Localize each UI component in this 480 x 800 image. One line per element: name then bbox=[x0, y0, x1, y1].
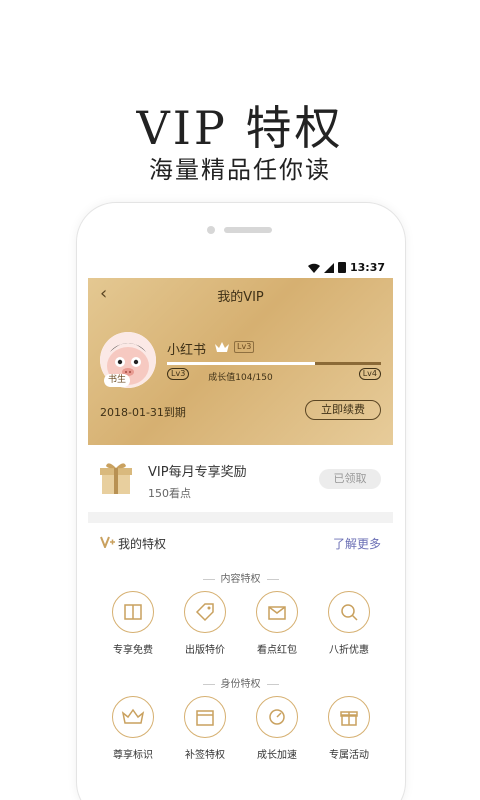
expire-date: 2018-01-31到期 bbox=[100, 406, 186, 419]
renew-button[interactable]: 立即续费 bbox=[305, 400, 381, 420]
perk-label: 补签特权 bbox=[185, 750, 225, 761]
perk-red-packet[interactable]: 看点红包 bbox=[242, 591, 312, 656]
perk-label: 专属活动 bbox=[329, 750, 369, 761]
growth-progress-bar bbox=[167, 362, 381, 365]
perk-label: 专享免费 bbox=[113, 645, 153, 656]
wifi-icon bbox=[307, 263, 320, 273]
vip-logo-icon bbox=[100, 536, 115, 548]
phone-speaker bbox=[224, 227, 272, 233]
vip-crown-icon bbox=[121, 708, 145, 724]
vip-header: ‹ 我的VIP 书生 小红书 Lv3 Lv3 成长值104/150 Lv4 20… bbox=[88, 278, 393, 445]
perk-growth-boost[interactable]: 成长加速 bbox=[242, 696, 312, 761]
monthly-reward-card: VIP每月专享奖励 150看点 已领取 bbox=[88, 445, 393, 512]
perk-twenty-off[interactable]: 八折优惠 bbox=[314, 591, 384, 656]
calendar-icon bbox=[196, 710, 214, 726]
growth-value: 成长值104/150 bbox=[208, 373, 273, 383]
claimed-button[interactable]: 已领取 bbox=[319, 469, 381, 489]
promo-title: VIP 特权 bbox=[136, 101, 344, 155]
level-next: Lv4 bbox=[358, 368, 381, 380]
promo-subtitle: 海量精品任你读 bbox=[149, 156, 331, 184]
section-label-content: 内容特权 bbox=[88, 570, 393, 585]
speed-icon bbox=[269, 709, 285, 725]
perk-label: 看点红包 bbox=[257, 645, 297, 656]
section-label-identity: 身份特权 bbox=[88, 675, 393, 690]
perk-makeup-sign[interactable]: 补签特权 bbox=[170, 696, 240, 761]
gift-box-icon bbox=[100, 463, 132, 494]
perks-title: 我的特权 bbox=[118, 537, 167, 551]
page-title: 我的VIP bbox=[217, 290, 264, 305]
reward-title: VIP每月专享奖励 bbox=[148, 465, 247, 480]
username: 小红书 bbox=[167, 343, 207, 358]
perk-exclusive-event[interactable]: 专属活动 bbox=[314, 696, 384, 761]
status-bar: 13:37 bbox=[88, 258, 393, 278]
perk-label: 成长加速 bbox=[257, 750, 297, 761]
gift-icon bbox=[340, 711, 358, 726]
envelope-icon bbox=[268, 606, 286, 620]
reward-points: 150看点 bbox=[148, 487, 191, 500]
signal-icon bbox=[323, 262, 334, 273]
my-perks-panel: 我的特权 了解更多 内容特权 专享免费 出版特价 看点红包 八折优惠 身份特权 … bbox=[88, 523, 393, 800]
perk-publish-discount[interactable]: 出版特价 bbox=[170, 591, 240, 656]
book-icon bbox=[124, 604, 142, 620]
perk-label: 八折优惠 bbox=[329, 645, 369, 656]
learn-more-link[interactable]: 了解更多 bbox=[333, 535, 381, 552]
crown-icon bbox=[215, 342, 229, 352]
growth-progress-fill bbox=[167, 362, 316, 365]
clock: 13:37 bbox=[349, 261, 385, 274]
level-tag: Lv3 bbox=[234, 341, 255, 353]
perk-vip-badge[interactable]: 尊享标识 bbox=[98, 696, 168, 761]
discount-icon bbox=[341, 604, 358, 621]
phone-camera bbox=[207, 226, 215, 234]
perk-label: 尊享标识 bbox=[113, 750, 153, 761]
price-tag-icon bbox=[195, 603, 214, 622]
phone-screen: 13:37 ‹ 我的VIP 书生 小红书 Lv3 Lv3 成长值104/150 … bbox=[88, 258, 393, 800]
perk-free[interactable]: 专享免费 bbox=[98, 591, 168, 656]
perk-label: 出版特价 bbox=[185, 645, 225, 656]
battery-icon bbox=[337, 262, 346, 273]
